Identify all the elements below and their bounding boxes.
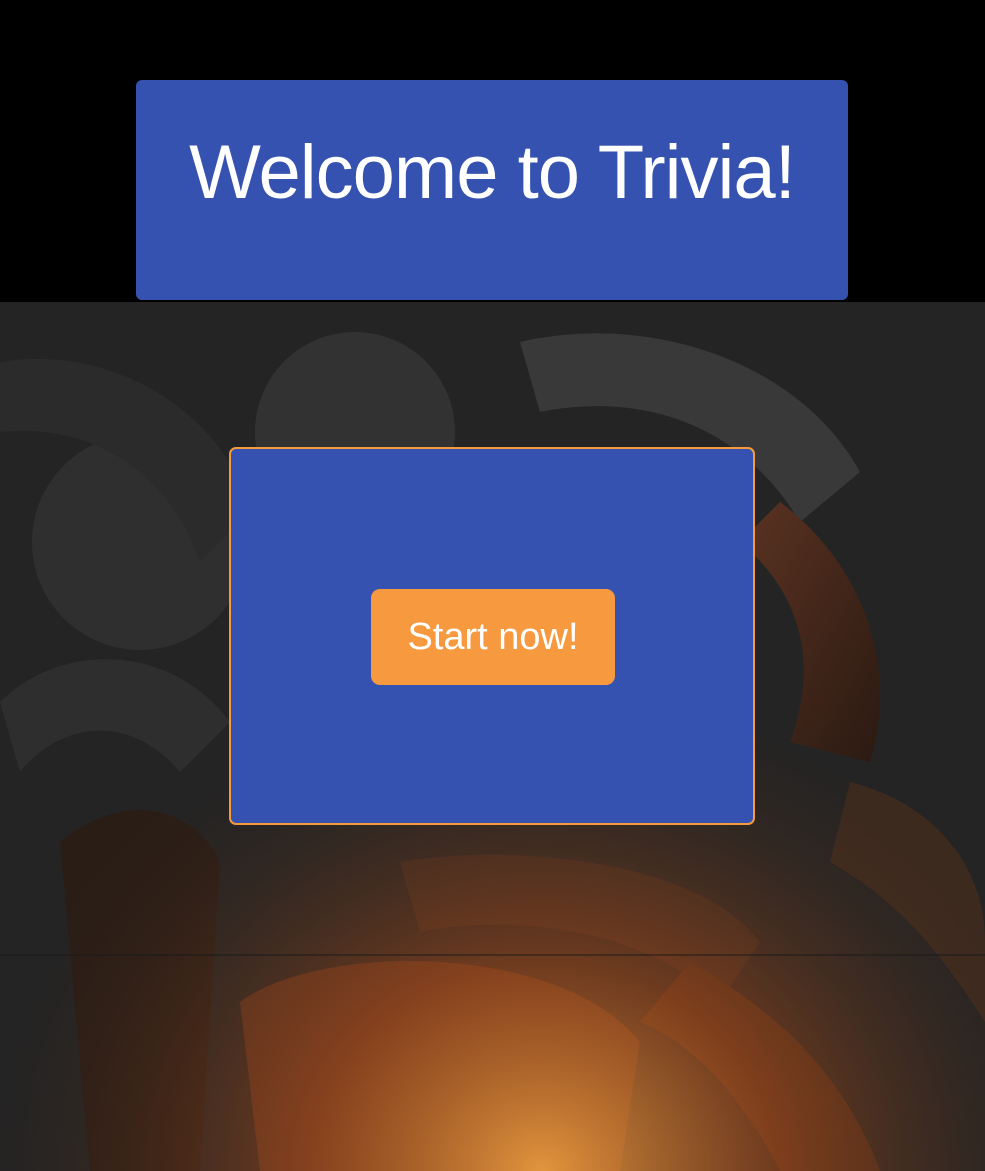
start-card: Start now!: [229, 447, 755, 825]
trivia-page: Welcome to Trivia! Start now!: [0, 0, 985, 1171]
page-title: Welcome to Trivia!: [189, 130, 796, 215]
header-banner: Welcome to Trivia!: [136, 80, 848, 300]
start-now-button[interactable]: Start now!: [371, 589, 615, 685]
